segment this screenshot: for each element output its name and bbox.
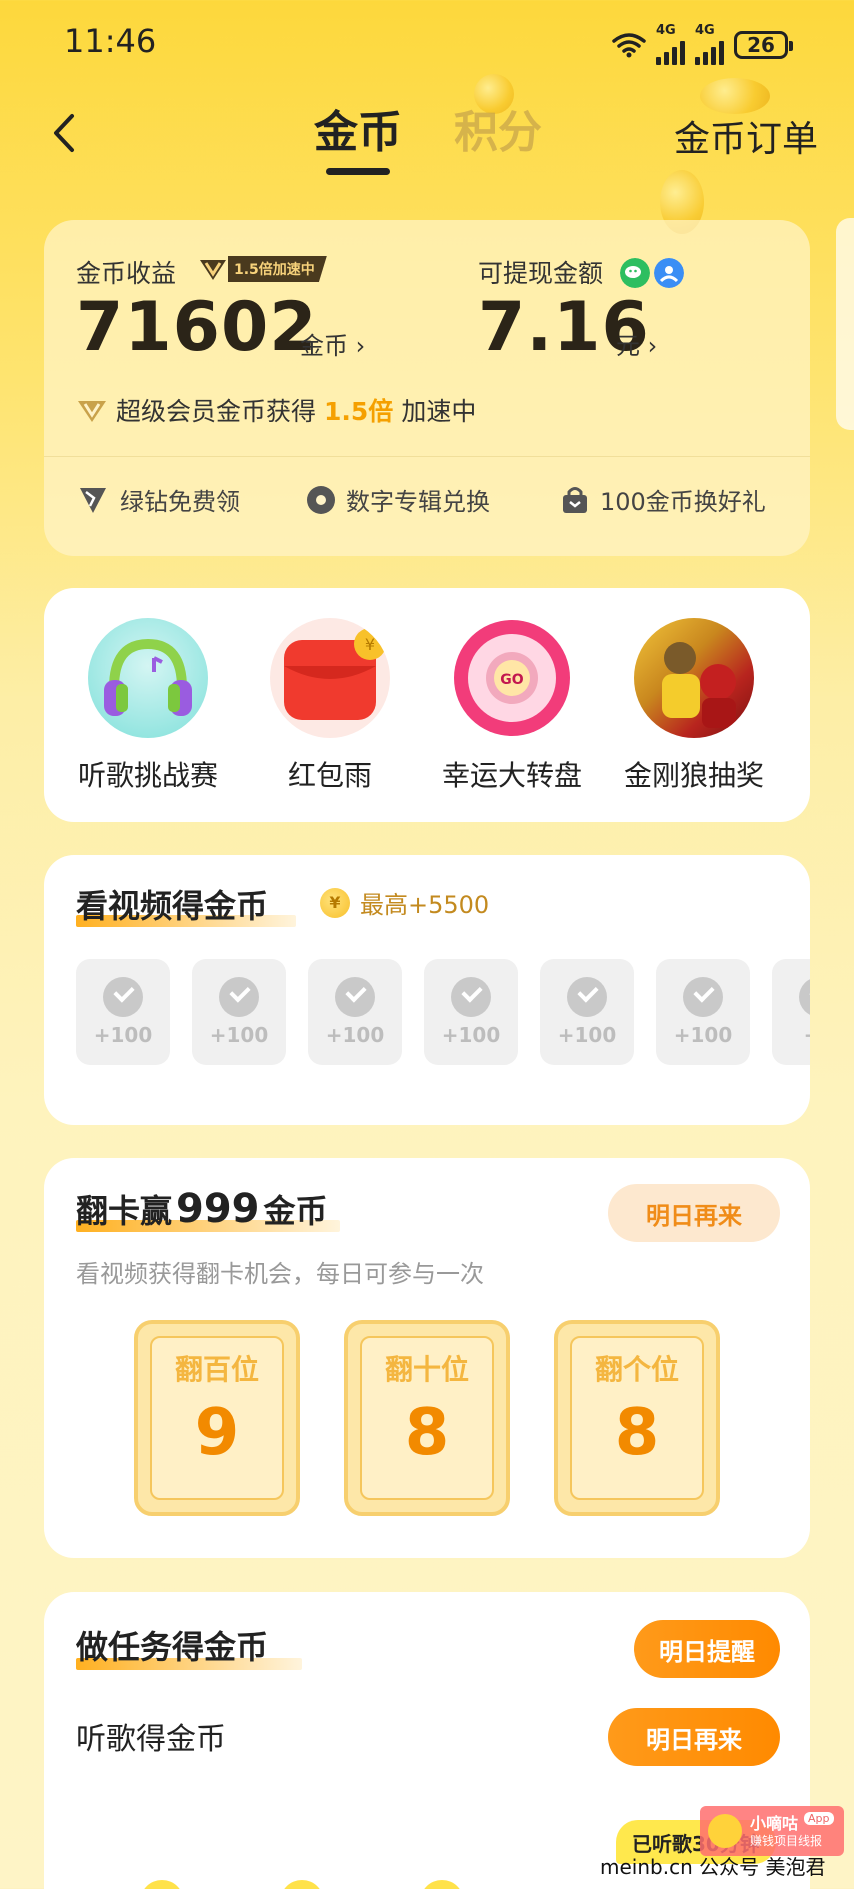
check-icon <box>335 977 375 1017</box>
coin-balance[interactable]: 71602 <box>76 288 318 367</box>
video-slots: +100 +100 +100 +100 +100 +100 +1 <box>76 959 810 1067</box>
flip-card-tens[interactable]: 翻十位 8 <box>344 1320 510 1516</box>
progress-node <box>280 1880 324 1889</box>
flip-section-title: 翻卡赢 999 金币 <box>76 1186 328 1232</box>
max-reward-badge: ¥ 最高+5500 <box>320 885 489 920</box>
watermark-logo-icon <box>708 1814 742 1848</box>
status-time: 11:46 <box>64 22 157 60</box>
chevron-right-icon: › <box>640 332 658 360</box>
vip-speed-badge: 1.5倍加速中 <box>198 256 327 282</box>
check-icon <box>219 977 259 1017</box>
wallet-card: 金币收益 1.5倍加速中 71602 金币 › 可提现金额 7.16 元 › 超… <box>44 220 810 556</box>
video-slot[interactable]: +100 <box>192 959 286 1065</box>
vip-speed-line: 超级会员金币获得 1.5倍 加速中 <box>76 392 476 428</box>
lucky-wheel-icon: GO <box>452 618 572 738</box>
status-bar: 11:46 4G 4G 26 <box>0 0 854 84</box>
check-icon <box>567 977 607 1017</box>
activity-lucky-wheel[interactable]: GO 幸运大转盘 <box>422 618 602 794</box>
chevron-right-icon: › <box>348 332 366 360</box>
remind-tomorrow-button[interactable]: 明日提醒 <box>634 1620 780 1678</box>
decor-coin <box>700 78 770 114</box>
signal-icon: 4G <box>656 24 685 65</box>
coin-icon: ¥ <box>320 887 350 918</box>
wolverine-lottery-image <box>634 618 754 738</box>
coin-orders-link[interactable]: 金币订单 <box>674 110 818 162</box>
disc-icon <box>307 485 335 514</box>
video-section-title: 看视频得金币 <box>76 887 269 925</box>
coin-unit-link[interactable]: 金币 › <box>300 326 365 361</box>
diamond-icon <box>80 487 106 513</box>
check-icon <box>683 977 723 1017</box>
activity-listen-challenge[interactable]: 听歌挑战赛 <box>58 618 238 794</box>
signal-icon: 4G <box>695 24 724 65</box>
watch-video-card: 看视频得金币 ¥ 最高+5500 +100 +100 +100 +100 +10… <box>44 855 810 1125</box>
headphones-icon <box>88 618 208 738</box>
video-slot[interactable]: +1 <box>772 959 810 1065</box>
activity-red-envelope-rain[interactable]: ¥ 红包雨 <box>240 618 420 794</box>
vip-diamond-icon <box>78 401 106 422</box>
vip-diamond-icon <box>200 260 226 280</box>
gift-bag-icon <box>563 486 587 513</box>
tasks-card: 做任务得金币 明日提醒 听歌得金币 明日再来 已听歌30分钟 <box>44 1592 810 1889</box>
status-icons: 4G 4G 26 <box>612 24 793 65</box>
wifi-icon <box>612 32 646 57</box>
flip-description: 看视频获得翻卡机会，每日可参与一次 <box>76 1260 484 1288</box>
flip-card-game: 翻卡赢 999 金币 明日再来 看视频获得翻卡机会，每日可参与一次 翻百位 9 翻十… <box>44 1158 810 1558</box>
activities-card: 听歌挑战赛 ¥ 红包雨 GO 幸运大转盘 金刚狼抽奖 <box>44 588 810 822</box>
tab-coins[interactable]: 金币 <box>314 96 402 160</box>
wechat-icon <box>620 258 650 288</box>
red-envelope-icon: ¥ <box>270 618 390 738</box>
wallet-divider <box>44 456 810 457</box>
video-slot[interactable]: +100 <box>308 959 402 1065</box>
task-listen-label: 听歌得金币 <box>76 1722 226 1757</box>
task-section-title: 做任务得金币 <box>76 1628 269 1666</box>
check-icon <box>103 977 143 1017</box>
video-slot[interactable]: +100 <box>76 959 170 1065</box>
back-icon[interactable] <box>46 108 86 158</box>
side-pull-tab[interactable] <box>836 218 854 430</box>
tab-points[interactable]: 积分 <box>454 96 542 160</box>
quick-link-digital-album[interactable]: 数字专辑兑换 <box>306 482 490 517</box>
task-come-back-button[interactable]: 明日再来 <box>608 1708 780 1766</box>
tab-active-indicator <box>326 168 390 175</box>
svg-text:GO: GO <box>500 672 523 688</box>
check-icon <box>451 977 491 1017</box>
top-nav: 金币 积分 金币订单 <box>0 74 854 234</box>
flip-come-back-button[interactable]: 明日再来 <box>608 1184 780 1242</box>
cash-unit-link[interactable]: 元 › <box>616 326 657 361</box>
activity-wolverine-lottery[interactable]: 金刚狼抽奖 <box>604 618 784 794</box>
flip-card-ones[interactable]: 翻个位 8 <box>554 1320 720 1516</box>
cash-label: 可提现金额 <box>478 259 604 288</box>
coin-income-label: 金币收益 <box>76 259 177 288</box>
progress-node <box>420 1880 464 1889</box>
watermark-badge: 小嘀咕 App 赚钱项目线报 <box>700 1806 844 1856</box>
alipay-icon <box>654 258 684 288</box>
quick-link-gift-exchange[interactable]: 100金币换好礼 <box>560 482 766 517</box>
video-slot[interactable]: +100 <box>656 959 750 1065</box>
battery-icon: 26 <box>734 30 793 59</box>
flip-card-hundreds[interactable]: 翻百位 9 <box>134 1320 300 1516</box>
video-slot[interactable]: +100 <box>540 959 634 1065</box>
footer-watermark: meinb.cn 公众号 美泡君 <box>600 1855 826 1879</box>
quick-link-green-diamond[interactable]: 绿钻免费领 <box>76 482 240 517</box>
svg-text:¥: ¥ <box>365 635 375 654</box>
video-slot[interactable]: +100 <box>424 959 518 1065</box>
check-icon <box>799 977 810 1017</box>
progress-node <box>140 1880 184 1889</box>
